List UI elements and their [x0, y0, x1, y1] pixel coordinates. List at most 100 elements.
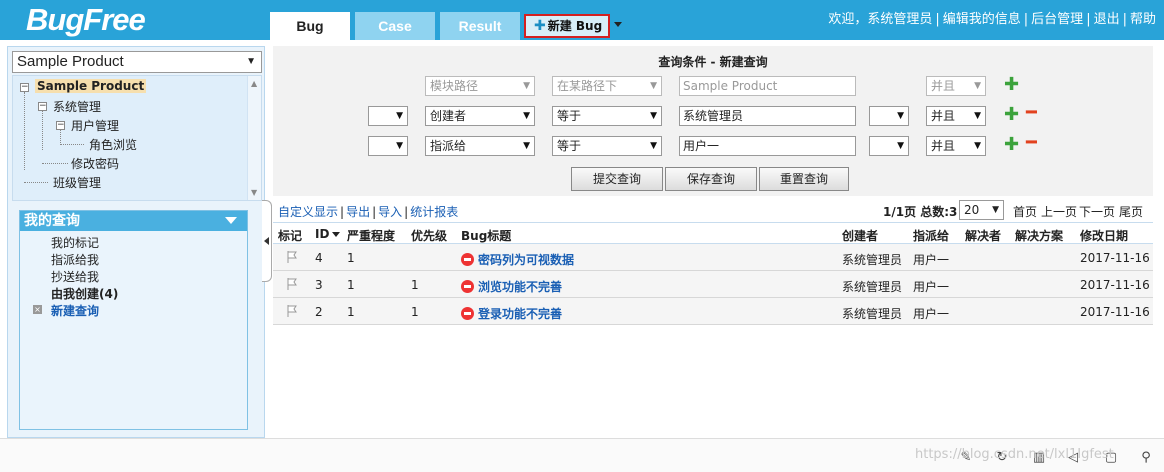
- logic-select-3[interactable]: 并且 ▼: [926, 136, 986, 156]
- product-select-value: Sample Product: [17, 53, 124, 70]
- new-bug-dropdown-icon[interactable]: [614, 22, 622, 27]
- paren-select-3[interactable]: ▼: [368, 136, 408, 156]
- col-id[interactable]: ID: [315, 227, 341, 241]
- custom-display-link[interactable]: 自定义显示: [278, 205, 338, 219]
- tab-case[interactable]: Case: [355, 12, 435, 40]
- col-resolution[interactable]: 解决方案: [1015, 227, 1063, 244]
- operator-select-1[interactable]: 在某路径下 ▼: [552, 76, 662, 96]
- reset-query-button[interactable]: 重置查询: [759, 167, 849, 191]
- query-my-marks[interactable]: 我的标记: [51, 234, 99, 251]
- operator-select-3[interactable]: 等于 ▼: [552, 136, 662, 156]
- cell-assignee: 用户一: [913, 253, 950, 267]
- cell-id: 4: [315, 251, 323, 265]
- collapse-icon[interactable]: −: [38, 102, 47, 111]
- add-condition-icon[interactable]: ✚: [1004, 76, 1019, 94]
- col-creator[interactable]: 创建者: [842, 227, 878, 244]
- field-select-3[interactable]: 指派给 ▼: [425, 136, 535, 156]
- tab-bug[interactable]: Bug: [270, 12, 350, 40]
- col-resolver[interactable]: 解决者: [965, 227, 1001, 244]
- add-condition-icon[interactable]: ✚: [1004, 106, 1019, 124]
- export-link[interactable]: 导出: [346, 205, 370, 219]
- submit-query-button[interactable]: 提交查询: [571, 167, 663, 191]
- scroll-down-icon[interactable]: ▼: [251, 188, 257, 197]
- logic-select-1[interactable]: 并且 ▼: [926, 76, 986, 96]
- logout-link[interactable]: 退出: [1094, 12, 1120, 27]
- field-select-1-value: 模块路径: [430, 79, 479, 93]
- close-paren-select-2[interactable]: ▼: [869, 106, 909, 126]
- save-query-button[interactable]: 保存查询: [665, 167, 757, 191]
- field-select-1[interactable]: 模块路径 ▼: [425, 76, 535, 96]
- cell-id: 2: [315, 305, 323, 319]
- cell-title[interactable]: 登录功能不完善: [461, 305, 562, 322]
- operator-select-2[interactable]: 等于 ▼: [552, 106, 662, 126]
- collapse-icon[interactable]: −: [20, 83, 29, 92]
- welcome-link[interactable]: 欢迎，系统管理员: [828, 12, 932, 27]
- cell-creator: 系统管理员: [842, 307, 903, 321]
- tree-item-role[interactable]: 角色浏览: [89, 136, 137, 153]
- tree-item-class[interactable]: 班级管理: [53, 174, 101, 191]
- col-id-label: ID: [315, 227, 330, 241]
- col-severity[interactable]: 严重程度: [347, 227, 395, 244]
- new-bug-button[interactable]: ✚ 新建 Bug: [524, 14, 610, 38]
- scroll-up-icon[interactable]: ▲: [251, 79, 257, 88]
- tree-item-user[interactable]: 用户管理: [71, 117, 119, 134]
- cell-title[interactable]: 浏览功能不完善: [461, 278, 562, 295]
- report-link[interactable]: 统计报表: [410, 205, 458, 219]
- help-link[interactable]: 帮助: [1130, 12, 1156, 27]
- col-title[interactable]: Bug标题: [461, 227, 511, 244]
- table-row[interactable]: 2 1 1 登录功能不完善 系统管理员 用户一 2017-11-16: [273, 298, 1153, 325]
- cell-creator: 系统管理员: [842, 253, 903, 267]
- query-created-by-me[interactable]: 由我创建(4): [51, 285, 118, 302]
- next-page-link[interactable]: 下一页: [1079, 203, 1115, 220]
- tree-item-root[interactable]: Sample Product: [35, 79, 147, 93]
- flag-icon[interactable]: [287, 251, 297, 263]
- cell-severity: 1: [347, 305, 355, 319]
- bug-title-link[interactable]: 密码列为可视数据: [478, 253, 574, 267]
- table-row[interactable]: 3 1 1 浏览功能不完善 系统管理员 用户一 2017-11-16: [273, 271, 1153, 298]
- collapse-icon[interactable]: −: [56, 121, 65, 130]
- add-condition-icon[interactable]: ✚: [1004, 136, 1019, 154]
- close-paren-select-3[interactable]: ▼: [869, 136, 909, 156]
- col-date[interactable]: 修改日期: [1080, 227, 1128, 244]
- collapse-down-icon[interactable]: [225, 217, 237, 224]
- search-icon[interactable]: ⚲: [1139, 451, 1153, 465]
- module-tree: − Sample Product − 系统管理 − 用户管理 角色浏览 修改密码…: [12, 75, 262, 201]
- tree-item-password[interactable]: 修改密码: [71, 155, 119, 172]
- value-input-3[interactable]: 用户一: [679, 136, 856, 156]
- query-assigned-to-me[interactable]: 指派给我: [51, 251, 99, 268]
- product-select[interactable]: Sample Product ▼: [12, 51, 262, 73]
- remove-condition-icon[interactable]: ━: [1026, 104, 1037, 122]
- col-mark[interactable]: 标记: [278, 227, 302, 244]
- query-cc-to-me[interactable]: 抄送给我: [51, 268, 99, 285]
- field-select-2[interactable]: 创建者 ▼: [425, 106, 535, 126]
- table-row[interactable]: 4 1 密码列为可视数据 系统管理员 用户一 2017-11-16: [273, 244, 1153, 271]
- tree-scrollbar[interactable]: ▲ ▼: [247, 76, 261, 200]
- my-query-header[interactable]: 我的查询: [20, 211, 247, 231]
- bug-title-link[interactable]: 登录功能不完善: [478, 307, 562, 321]
- query-new[interactable]: 新建查询: [51, 302, 99, 319]
- remove-condition-icon[interactable]: ━: [1026, 134, 1037, 152]
- flag-icon[interactable]: [287, 305, 297, 317]
- last-page-link[interactable]: 尾页: [1119, 203, 1143, 220]
- value-input-2[interactable]: 系统管理员: [679, 106, 856, 126]
- edit-profile-link[interactable]: 编辑我的信息: [943, 12, 1021, 27]
- paren-select-2[interactable]: ▼: [368, 106, 408, 126]
- prev-page-link[interactable]: 上一页: [1041, 203, 1077, 220]
- admin-link[interactable]: 后台管理: [1031, 12, 1083, 27]
- tab-result[interactable]: Result: [440, 12, 520, 40]
- sort-desc-icon: [332, 232, 341, 237]
- logic-select-2[interactable]: 并且 ▼: [926, 106, 986, 126]
- col-priority[interactable]: 优先级: [411, 227, 447, 244]
- close-icon[interactable]: ×: [33, 305, 42, 314]
- import-link[interactable]: 导入: [378, 205, 402, 219]
- panel-collapse-handle[interactable]: [262, 200, 272, 282]
- page-size-select[interactable]: 20 ▼: [959, 200, 1004, 220]
- cell-title[interactable]: 密码列为可视数据: [461, 251, 574, 268]
- first-page-link[interactable]: 首页: [1013, 203, 1037, 220]
- app-logo[interactable]: BugFree: [26, 2, 146, 38]
- tree-item-system[interactable]: 系统管理: [53, 98, 101, 115]
- flag-icon[interactable]: [287, 278, 297, 290]
- bug-title-link[interactable]: 浏览功能不完善: [478, 280, 562, 294]
- col-assignee[interactable]: 指派给: [913, 227, 949, 244]
- value-input-1[interactable]: Sample Product: [679, 76, 856, 96]
